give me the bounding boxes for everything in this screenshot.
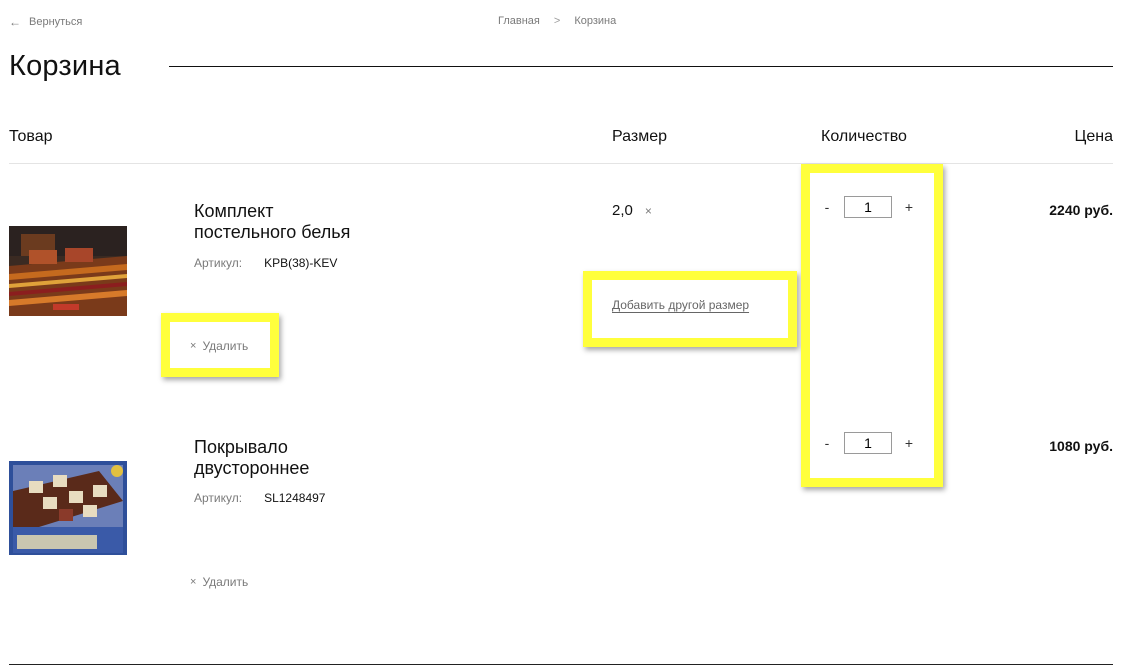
product-image[interactable] — [9, 461, 127, 555]
product-name[interactable]: Комплект постельного белья — [194, 201, 414, 243]
add-size-link[interactable]: Добавить другой размер — [612, 298, 749, 312]
quantity-stepper: - + — [818, 432, 918, 454]
remove-label: Удалить — [202, 339, 249, 353]
title-divider — [169, 66, 1113, 67]
back-label: Вернуться — [29, 16, 83, 28]
remove-button[interactable]: × Удалить — [190, 339, 248, 353]
sku-value: SL1248497 — [264, 491, 326, 505]
item-price: 2240 руб. — [1049, 202, 1113, 218]
product-name-line: постельного белья — [194, 222, 351, 242]
product-sku: Артикул: KPB(38)-KEV — [194, 256, 337, 270]
remove-label: Удалить — [202, 575, 249, 589]
quantity-decrease-button[interactable]: - — [818, 435, 836, 451]
header-divider — [9, 163, 1113, 164]
header-price: Цена — [1074, 128, 1113, 145]
item-price: 1080 руб. — [1049, 438, 1113, 454]
remove-button[interactable]: × Удалить — [190, 575, 248, 589]
header-quantity: Количество — [821, 128, 907, 145]
product-name[interactable]: Покрывало двустороннее — [194, 437, 414, 479]
size-label: 2,0 — [612, 202, 633, 219]
header-size: Размер — [612, 128, 667, 145]
sku-label: Артикул: — [194, 256, 243, 270]
quantity-stepper: - + — [818, 196, 918, 218]
breadcrumb-cart[interactable]: Корзина — [574, 15, 616, 27]
quantity-increase-button[interactable]: + — [900, 199, 918, 215]
quantity-decrease-button[interactable]: - — [818, 199, 836, 215]
breadcrumb-home[interactable]: Главная — [498, 15, 540, 27]
header-product: Товар — [9, 128, 53, 145]
quantity-input[interactable] — [844, 196, 892, 218]
sku-label: Артикул: — [194, 491, 243, 505]
page-title: Корзина — [9, 50, 121, 82]
product-name-line: Комплект — [194, 201, 274, 221]
close-icon: × — [190, 576, 197, 588]
product-sku: Артикул: SL1248497 — [194, 491, 325, 505]
size-value: 2,0 × — [612, 202, 652, 219]
close-icon: × — [190, 340, 197, 352]
product-image[interactable] — [9, 226, 127, 316]
footer-divider — [9, 664, 1113, 665]
quantity-input[interactable] — [844, 432, 892, 454]
breadcrumb: Главная > Корзина — [498, 15, 616, 27]
arrow-left-icon: ← — [9, 15, 21, 29]
back-link[interactable]: ← Вернуться — [9, 15, 82, 29]
breadcrumb-separator: > — [553, 15, 561, 27]
sku-value: KPB(38)-KEV — [264, 256, 338, 270]
product-name-line: Покрывало — [194, 437, 288, 457]
remove-size-icon[interactable]: × — [645, 204, 652, 218]
quantity-increase-button[interactable]: + — [900, 435, 918, 451]
product-name-line: двустороннее — [194, 458, 310, 478]
